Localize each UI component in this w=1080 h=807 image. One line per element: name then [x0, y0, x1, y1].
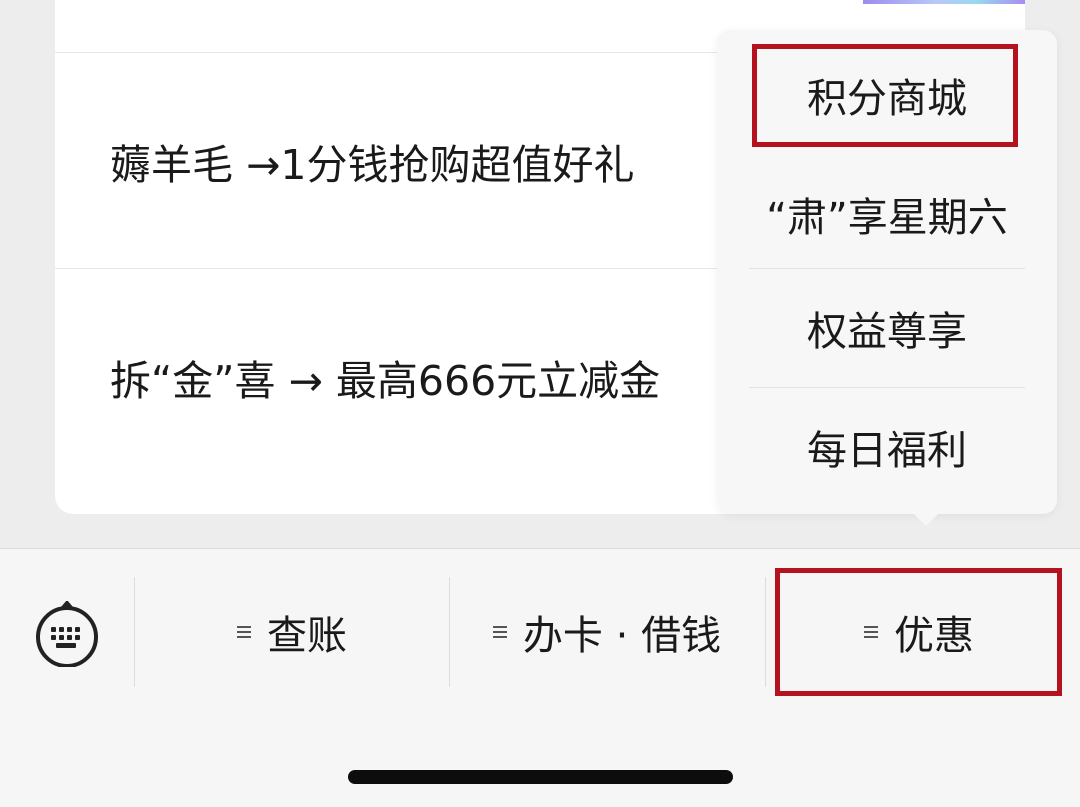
home-indicator[interactable] [348, 770, 733, 784]
keyboard-icon[interactable] [34, 600, 100, 668]
banner-thumbnail[interactable] [863, 0, 1025, 4]
highlight-box [752, 44, 1018, 147]
menu-item-saturday[interactable]: “肃”享星期六 [749, 155, 1025, 273]
highlight-box [775, 568, 1062, 696]
tab-check-account[interactable]: 查账 [135, 577, 449, 687]
bottom-menu-bar: 查账 办卡 · 借钱 优惠 [0, 548, 1080, 807]
tab-label: 查账 [267, 613, 347, 659]
divider [765, 577, 766, 687]
list-item-label: 拆“金”喜 → 最高666元立减金 [110, 356, 661, 405]
list-item-label: 薅羊毛 →1分钱抢购超值好礼 [110, 140, 635, 189]
menu-item-privileges[interactable]: 权益尊享 [749, 268, 1025, 387]
menu-item-daily-welfare[interactable]: 每日福利 [749, 387, 1025, 506]
menu-item-label: “肃”享星期六 [766, 195, 1008, 241]
menu-item-label: 每日福利 [807, 428, 967, 474]
menu-item-label: 权益尊享 [807, 309, 967, 355]
tab-card-loan[interactable]: 办卡 · 借钱 [450, 577, 764, 687]
menu-icon [237, 623, 251, 641]
tab-label: 办卡 · 借钱 [522, 613, 722, 659]
menu-icon [492, 623, 507, 641]
